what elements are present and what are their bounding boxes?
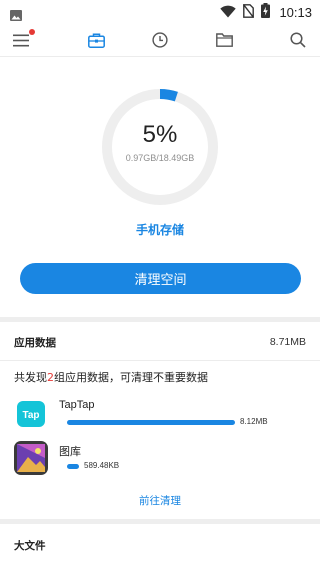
no-sim-icon [243,3,255,22]
battery-charging-icon [261,2,271,22]
clean-space-button[interactable]: 清理空间 [20,263,301,294]
folder-icon[interactable] [213,29,235,51]
top-toolbar [0,24,320,56]
big-files-title: 大文件 [14,540,46,552]
menu-icon[interactable] [10,29,35,51]
app-data-divider [0,360,320,361]
app-item-gallery[interactable]: 图库 589.48KB [14,441,314,477]
status-bar: 10:13 [0,0,320,24]
storage-percent: 5% [142,121,178,148]
app-size: 8.12MB [240,417,268,426]
image-icon [10,6,22,25]
summary-suffix: 组应用数据，可清理不重要数据 [54,371,208,384]
app-data-section: 应用数据 8.71MB 共发现2组应用数据，可清理不重要数据 Tap TapTa… [0,322,320,519]
svg-text:Tap: Tap [22,410,39,421]
storage-section: 5% 0.97GB/18.49GB 手机存储 清理空间 [0,57,320,317]
status-time: 10:13 [279,4,312,20]
storage-usage: 0.97GB/18.49GB [125,153,195,163]
app-name: 图库 [59,446,81,458]
summary-count: 2 [47,371,54,384]
clock-icon[interactable] [149,29,171,51]
app-size-bar [67,464,79,469]
app-data-summary: 共发现2组应用数据，可清理不重要数据 [14,369,208,385]
summary-prefix: 共发现 [14,371,47,384]
taptap-icon: Tap [14,397,48,431]
go-to-clean-link[interactable]: 前往清理 [0,493,320,508]
app-size-bar [67,420,235,425]
notification-dot [29,29,35,35]
big-files-section[interactable]: 大文件 [0,524,320,569]
search-icon[interactable] [287,29,309,51]
gallery-icon [14,441,48,475]
app-size: 589.48KB [84,461,120,470]
wifi-icon [220,3,237,22]
app-item-taptap[interactable]: Tap TapTap 8.12MB [14,397,314,433]
storage-label: 手机存储 [135,223,184,237]
toolbox-icon[interactable] [85,29,107,51]
app-data-title: 应用数据 [14,337,56,349]
app-data-total: 8.71MB [269,336,306,348]
app-name: TapTap [59,399,95,411]
